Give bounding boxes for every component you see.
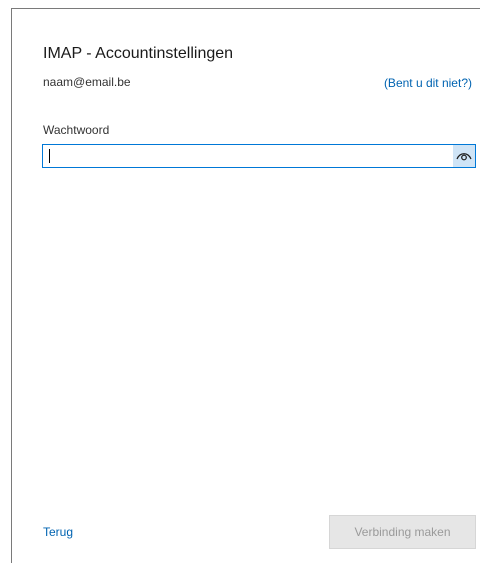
password-label: Wachtwoord xyxy=(43,123,110,137)
dialog-title: IMAP - Accountinstellingen xyxy=(43,45,234,62)
connect-button[interactable]: Verbinding maken xyxy=(329,515,476,549)
reveal-password-button[interactable] xyxy=(453,145,475,167)
eye-icon xyxy=(456,153,472,161)
account-settings-dialog: IMAP - Accountinstellingen naam@email.be… xyxy=(11,8,480,563)
not-you-link[interactable]: (Bent u dit niet?) xyxy=(384,76,472,90)
text-caret xyxy=(49,149,50,163)
account-email: naam@email.be xyxy=(43,75,131,89)
back-link[interactable]: Terug xyxy=(43,525,73,539)
password-field[interactable] xyxy=(42,144,476,168)
password-input[interactable] xyxy=(47,145,443,167)
